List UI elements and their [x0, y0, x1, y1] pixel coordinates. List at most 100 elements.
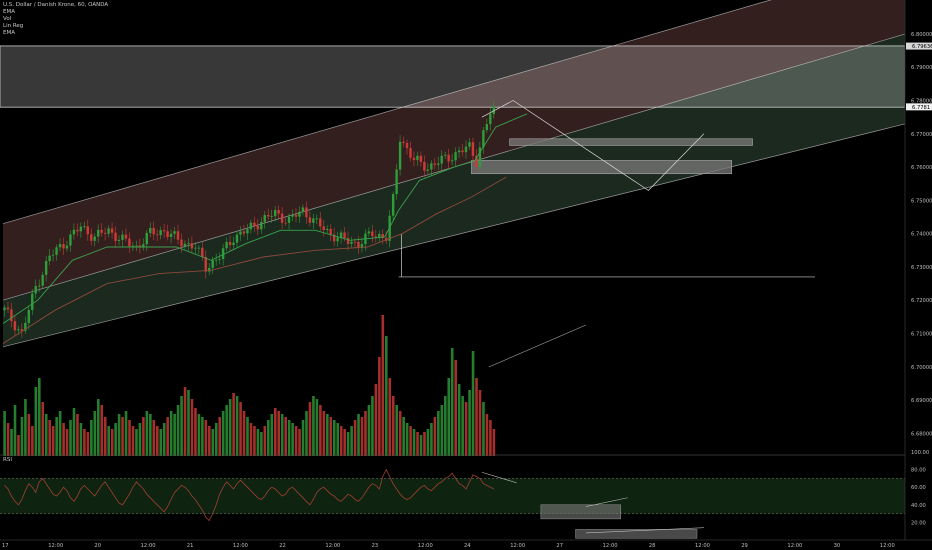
volume-bar-100 [350, 426, 353, 456]
candle-body-44 [155, 234, 159, 236]
candle-body-27 [96, 229, 100, 237]
volume-bar-114 [398, 411, 402, 456]
candle-body-85 [298, 211, 301, 217]
rsi-title: RSI [3, 457, 12, 463]
volume-bar-122 [426, 429, 430, 456]
time-tick-3: 12:00 [141, 543, 156, 549]
volume-bar-26 [93, 411, 97, 456]
volume-bar-51 [180, 396, 183, 456]
volume-bar-91 [319, 405, 322, 456]
candle-body-80 [280, 213, 284, 223]
indicator-lin-reg[interactable]: Lin Reg [3, 23, 108, 30]
candle-body-48 [169, 233, 173, 238]
volume-bar-42 [149, 414, 152, 456]
volume-bar-16 [58, 411, 62, 456]
volume-bar-123 [430, 423, 433, 456]
time-tick-9: 12:00 [418, 543, 433, 549]
volume-bar-99 [346, 432, 350, 456]
candle-body-43 [152, 227, 155, 235]
volume-bar-111 [388, 378, 392, 456]
price-tick-4: 6.76000 [911, 165, 932, 171]
candle-body-100 [350, 241, 353, 244]
candle-body-108 [378, 234, 381, 237]
volume-bar-107 [374, 384, 378, 456]
candle-body-54 [190, 243, 194, 249]
indicator-ema-fast[interactable]: EMA [3, 9, 108, 16]
volume-bar-127 [443, 396, 447, 456]
indicator-volume[interactable]: Vol [3, 16, 108, 23]
volume-bar-52 [183, 387, 187, 456]
candle-body-69 [242, 231, 246, 234]
candle-body-21 [76, 229, 79, 232]
volume-bars [3, 315, 587, 456]
candle-body-76 [267, 214, 270, 217]
time-tick-7: 12:00 [325, 543, 340, 549]
volume-bar-112 [391, 396, 395, 456]
volume-bar-5 [20, 417, 24, 456]
volume-bar-101 [353, 420, 357, 456]
candle-body-35 [124, 234, 128, 239]
volume-bar-18 [65, 429, 69, 456]
candle-body-66 [232, 242, 235, 246]
volume-trend-line [488, 324, 587, 368]
price-tick-11: 6.69000 [911, 398, 932, 404]
volume-bar-116 [405, 423, 409, 456]
volume-bar-90 [315, 399, 319, 456]
volume-bar-56 [197, 414, 201, 456]
price-chart[interactable]: 6.800006.790006.780006.770006.760006.750… [0, 0, 932, 550]
candle-body-117 [409, 148, 412, 158]
candle-body-9 [34, 285, 37, 294]
volume-bar-72 [253, 426, 256, 456]
volume-bar-19 [69, 420, 72, 456]
time-tick-18: 30 [834, 543, 841, 549]
candle-body-139 [485, 124, 489, 131]
candle-body-63 [221, 248, 225, 259]
indicator-ema-slow[interactable]: EMA [3, 30, 108, 37]
candle-body-41 [145, 232, 148, 245]
time-tick-8: 23 [372, 543, 379, 549]
candle-body-19 [69, 234, 72, 246]
volume-bar-85 [298, 429, 301, 456]
candle-body-82 [287, 216, 291, 223]
candle-body-68 [239, 231, 242, 235]
candle-body-8 [31, 293, 34, 311]
volume-bar-131 [457, 384, 461, 456]
volume-bar-98 [343, 429, 346, 456]
volume-bar-28 [100, 405, 104, 456]
candle-body-125 [437, 163, 440, 165]
candle-body-7 [27, 310, 30, 323]
candle-body-79 [277, 210, 280, 214]
volume-bar-97 [339, 426, 343, 456]
volume-bar-41 [145, 411, 149, 456]
volume-bar-73 [256, 429, 260, 456]
time-tick-13: 12:00 [603, 543, 618, 549]
price-tick-8: 6.72000 [911, 298, 932, 304]
candle-body-64 [225, 241, 228, 249]
volume-bar-92 [322, 411, 326, 456]
volume-bar-2 [10, 429, 13, 456]
time-axis[interactable]: 17 12:00 20 12:00 21 12:00 22 12:00 23 12:00 24 12:… [0, 539, 932, 550]
candle-body-42 [149, 227, 152, 233]
candle-body-50 [176, 231, 180, 240]
volume-bar-138 [482, 402, 485, 456]
price-axis[interactable]: 6.800006.790006.780006.770006.760006.750… [904, 0, 932, 550]
candle-body-34 [121, 234, 124, 240]
volume-bar-66 [232, 393, 235, 456]
volume-bar-87 [305, 411, 308, 456]
candle-body-122 [426, 169, 430, 171]
time-tick-16: 29 [741, 543, 748, 549]
volume-bar-93 [326, 414, 329, 456]
volume-bar-15 [55, 417, 58, 456]
candle-body-84 [294, 214, 298, 217]
candle-body-77 [270, 216, 273, 217]
candle-body-127 [443, 154, 447, 156]
rsi-tick-3: 40.00 [911, 503, 926, 509]
time-tick-0: 17 [2, 543, 9, 549]
volume-bar-4 [17, 435, 20, 456]
candle-body-0 [3, 307, 6, 311]
volume-bar-84 [294, 426, 298, 456]
volume-bar-23 [83, 429, 86, 456]
volume-bar-104 [364, 411, 367, 456]
candle-body-52 [183, 243, 187, 247]
demand-zone-1 [509, 138, 753, 146]
